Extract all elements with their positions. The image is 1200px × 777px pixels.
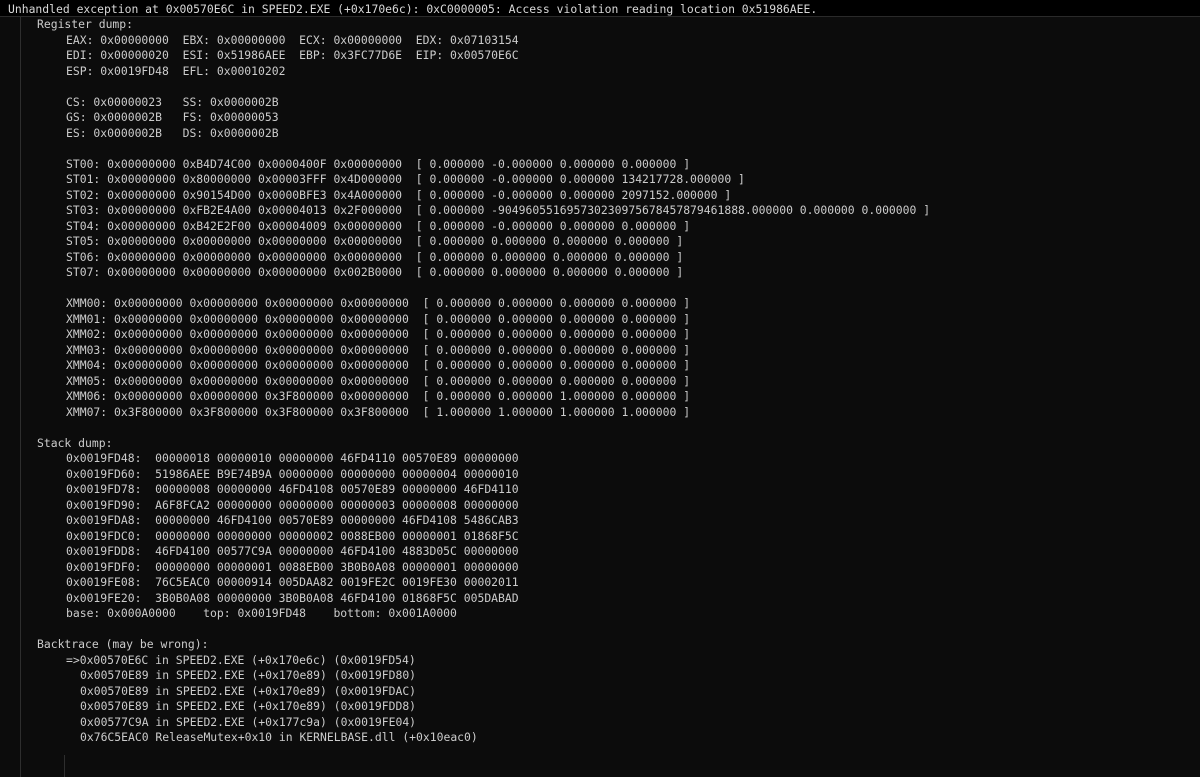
xmm-register-row: XMM02: 0x00000000 0x00000000 0x00000000 … [66, 327, 691, 341]
stack-bounds: base: 0x000A0000 top: 0x0019FD48 bottom:… [66, 606, 457, 620]
xmm-register-row: XMM01: 0x00000000 0x00000000 0x00000000 … [66, 312, 691, 326]
xmm-register-row: XMM00: 0x00000000 0x00000000 0x00000000 … [66, 296, 691, 310]
backtrace-header: Backtrace (may be wrong): [37, 637, 209, 651]
backtrace-frame: 0x00577C9A in SPEED2.EXE (+0x177c9a) (0x… [80, 715, 417, 729]
fpu-register-row: ST05: 0x00000000 0x00000000 0x00000000 0… [66, 234, 684, 248]
stack-row: 0x0019FE20: 3B0B0A08 00000000 3B0B0A08 4… [66, 591, 519, 605]
segment-register-row: CS: 0x00000023 SS: 0x0000002B [66, 95, 279, 109]
tree-guide-line-inner [64, 755, 65, 777]
stack-row: 0x0019FD60: 51986AEE B9E74B9A 00000000 0… [66, 467, 519, 481]
stack-row: 0x0019FD78: 00000008 00000000 46FD4108 0… [66, 482, 519, 496]
xmm-register-row: XMM04: 0x00000000 0x00000000 0x00000000 … [66, 358, 691, 372]
stack-row: 0x0019FDC0: 00000000 00000000 00000002 0… [66, 529, 519, 543]
fpu-register-row: ST04: 0x00000000 0xB42E2F00 0x00004009 0… [66, 219, 691, 233]
stack-row: 0x0019FD48: 00000018 00000010 00000000 4… [66, 451, 519, 465]
fpu-register-row: ST07: 0x00000000 0x00000000 0x00000000 0… [66, 265, 684, 279]
backtrace-frame: 0x00570E89 in SPEED2.EXE (+0x170e89) (0x… [80, 668, 417, 682]
register-dump-header: Register dump: [37, 17, 134, 31]
segment-register-row: ES: 0x0000002B DS: 0x0000002B [66, 126, 279, 140]
exception-bar: Unhandled exception at 0x00570E6C in SPE… [0, 0, 1200, 17]
xmm-register-row: XMM05: 0x00000000 0x00000000 0x00000000 … [66, 374, 691, 388]
tree-guide-line [20, 17, 21, 777]
segment-register-row: GS: 0x0000002B FS: 0x00000053 [66, 110, 279, 124]
stack-row: 0x0019FDF0: 00000000 00000001 0088EB00 3… [66, 560, 519, 574]
fpu-register-row: ST00: 0x00000000 0xB4D74C00 0x0000400F 0… [66, 157, 691, 171]
xmm-register-row: XMM07: 0x3F800000 0x3F800000 0x3F800000 … [66, 405, 691, 419]
stack-row: 0x0019FDD8: 46FD4100 00577C9A 00000000 4… [66, 544, 519, 558]
register-row: EDI: 0x00000020 ESI: 0x51986AEE EBP: 0x3… [66, 48, 519, 62]
backtrace-frame: 0x00570E89 in SPEED2.EXE (+0x170e89) (0x… [80, 684, 417, 698]
stack-row: 0x0019FD90: A6F8FCA2 00000000 00000000 0… [66, 498, 519, 512]
stack-row: 0x0019FDA8: 00000000 46FD4100 00570E89 0… [66, 513, 519, 527]
backtrace-frame: 0x76C5EAC0 ReleaseMutex+0x10 in KERNELBA… [80, 730, 478, 744]
exception-message: Unhandled exception at 0x00570E6C in SPE… [8, 2, 818, 16]
fpu-register-row: ST01: 0x00000000 0x80000000 0x00003FFF 0… [66, 172, 745, 186]
stack-dump-header: Stack dump: [37, 436, 113, 450]
backtrace-frame: 0x00570E89 in SPEED2.EXE (+0x170e89) (0x… [80, 699, 417, 713]
backtrace-current-frame: =>0x00570E6C in SPEED2.EXE (+0x170e6c) (… [66, 653, 416, 667]
xmm-register-row: XMM06: 0x00000000 0x00000000 0x3F800000 … [66, 389, 691, 403]
fpu-register-row: ST06: 0x00000000 0x00000000 0x00000000 0… [66, 250, 684, 264]
register-row: EAX: 0x00000000 EBX: 0x00000000 ECX: 0x0… [66, 33, 519, 47]
register-row: ESP: 0x0019FD48 EFL: 0x00010202 [66, 64, 286, 78]
stack-row: 0x0019FE08: 76C5EAC0 00000914 005DAA82 0… [66, 575, 519, 589]
fpu-register-row: ST03: 0x00000000 0xFB2E4A00 0x00004013 0… [66, 203, 931, 217]
xmm-register-row: XMM03: 0x00000000 0x00000000 0x00000000 … [66, 343, 691, 357]
fpu-register-row: ST02: 0x00000000 0x90154D00 0x0000BFE3 0… [66, 188, 732, 202]
